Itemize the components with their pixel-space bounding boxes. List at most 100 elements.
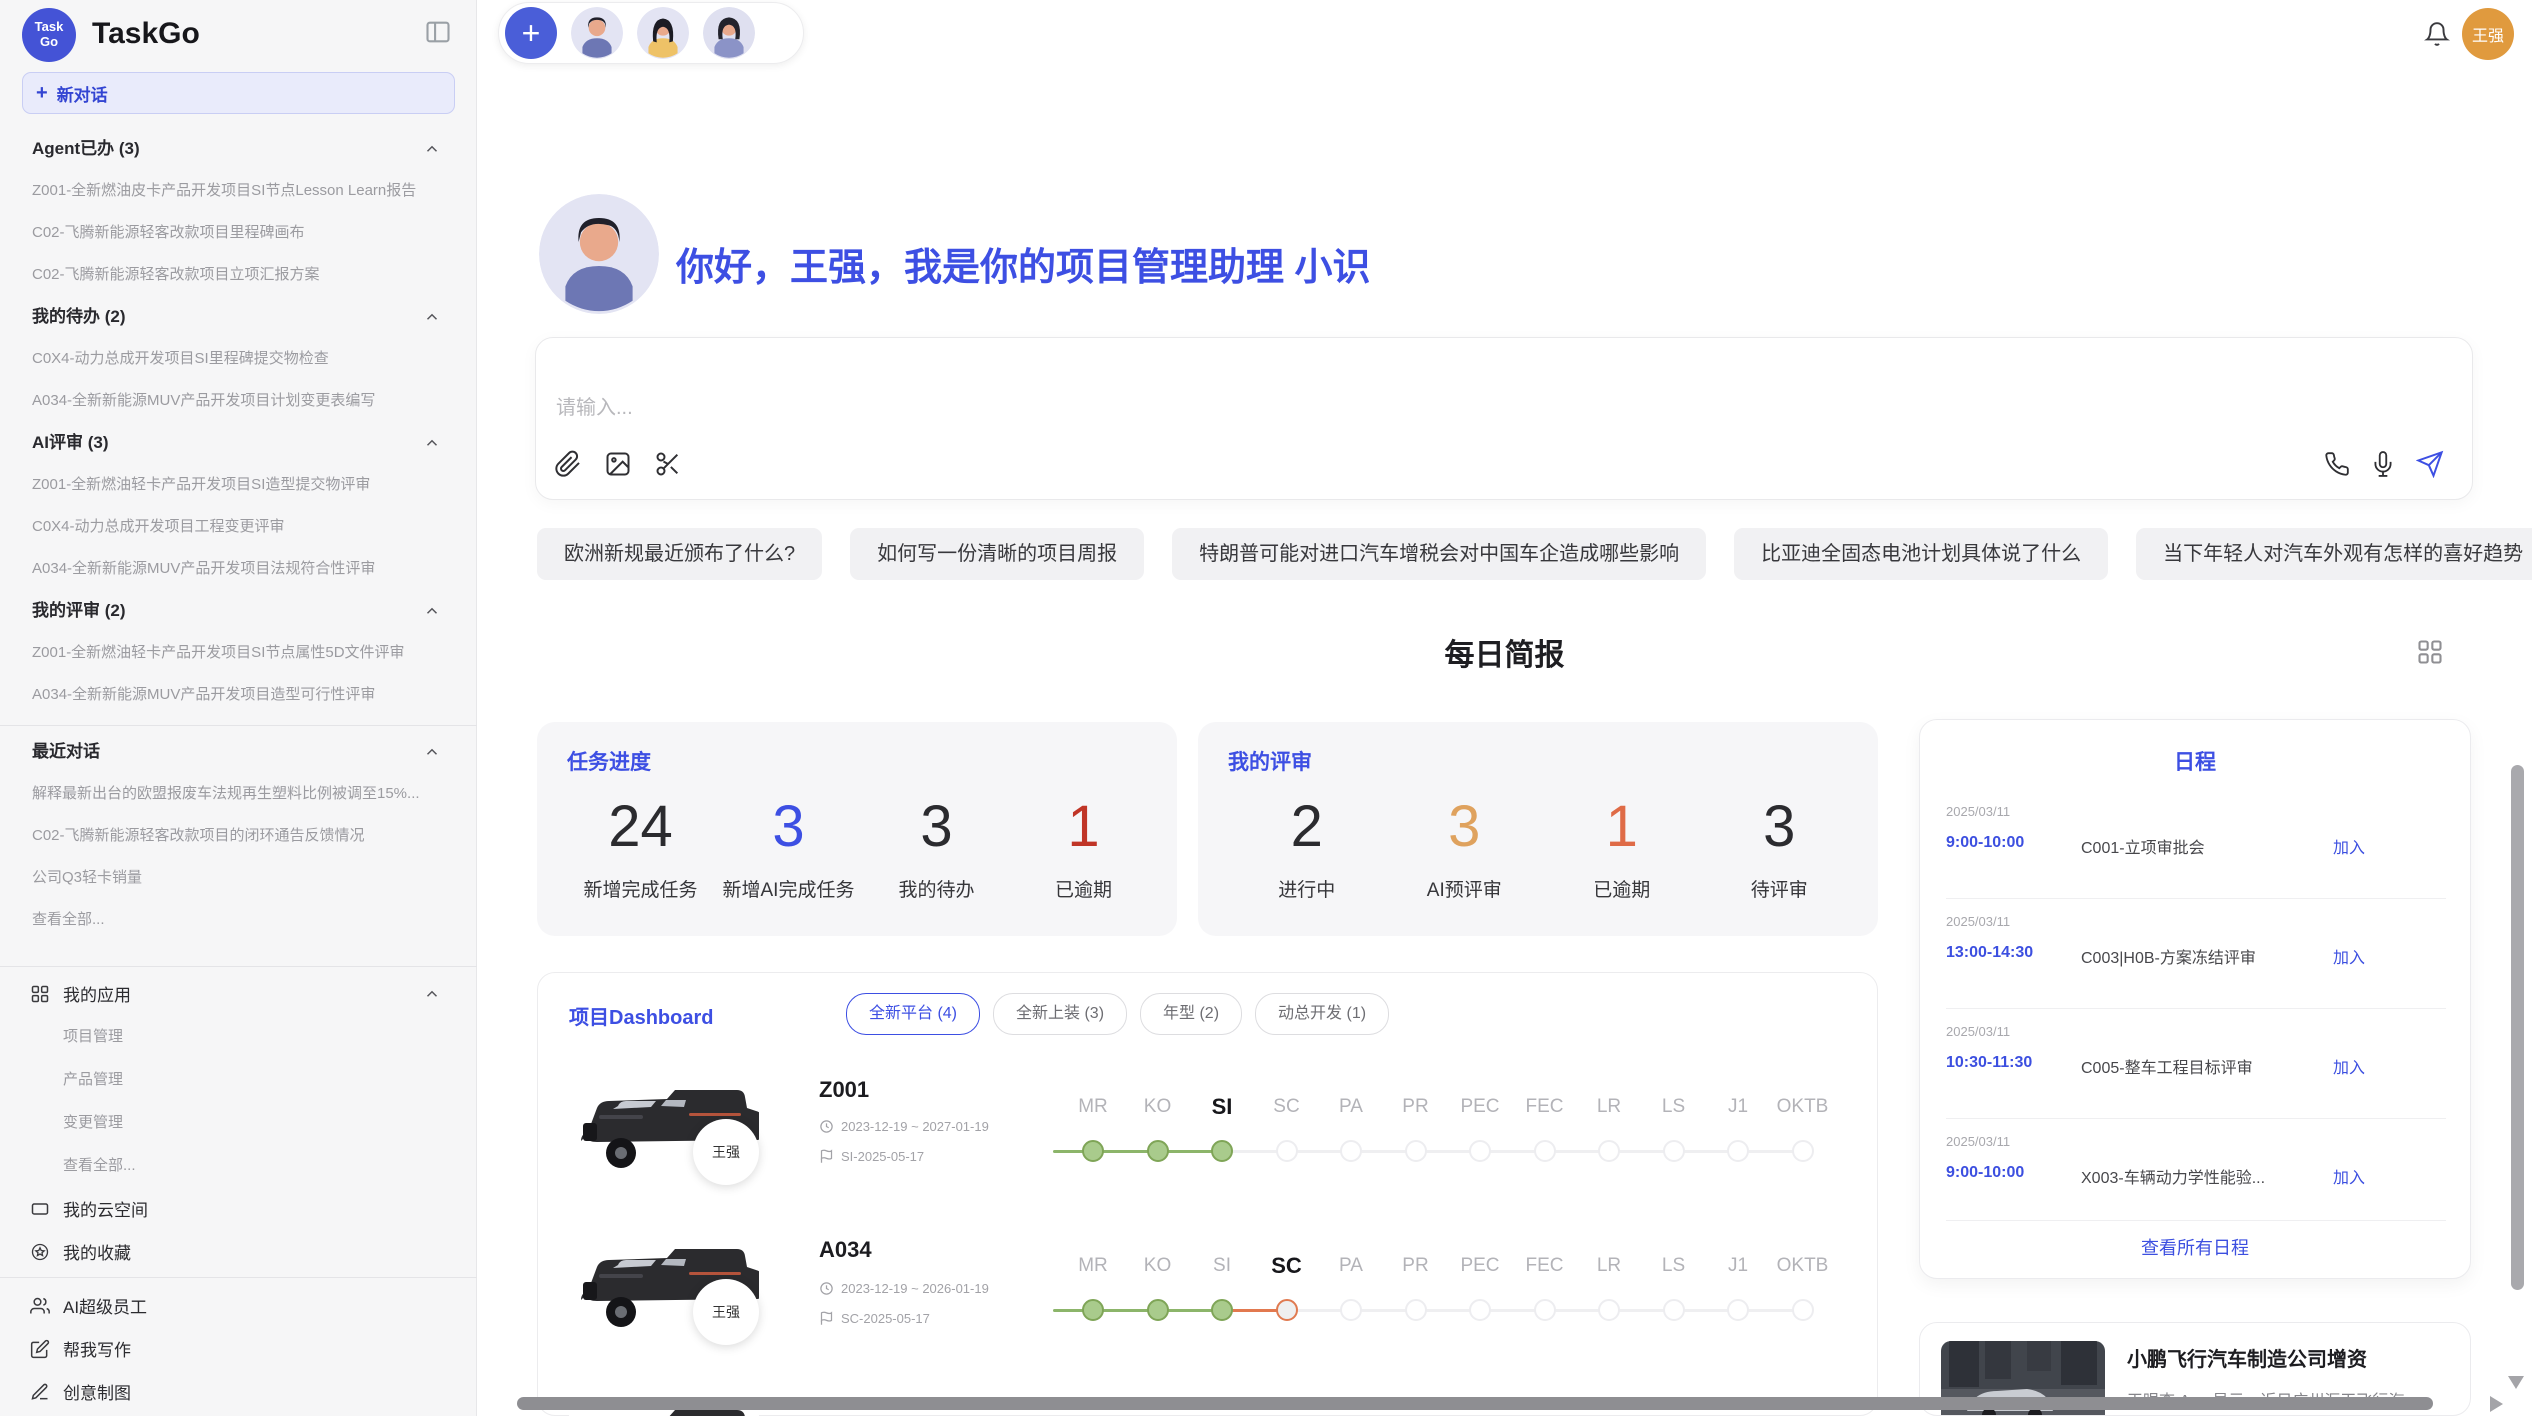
chevron-up-icon	[423, 140, 441, 158]
suggestion-chip[interactable]: 特朗普可能对进口汽车增税会对中国车企造成哪些影响	[1172, 528, 1706, 580]
section-header-my-todo[interactable]: 我的待办 (2)	[0, 296, 477, 338]
conversation-item[interactable]: Z001-全新燃油皮卡产品开发项目SI节点Lesson Learn报告	[0, 170, 477, 212]
view-all-link[interactable]: 查看全部...	[0, 1144, 477, 1187]
sidebar-item-ai-employee[interactable]: AI超级员工	[0, 1284, 477, 1327]
owner-badge: 王强	[693, 1119, 759, 1185]
join-button[interactable]: 加入	[2333, 834, 2365, 858]
divider	[1946, 1008, 2446, 1009]
stat-my-todo: 3我的待办	[871, 794, 1001, 902]
join-button[interactable]: 加入	[2333, 1054, 2365, 1078]
milestone-dot	[1211, 1299, 1233, 1321]
section-header-agent-done[interactable]: Agent已办 (3)	[0, 128, 477, 170]
vertical-scrollbar[interactable]	[2511, 765, 2524, 1290]
stat-overdue: 1已逾期	[1018, 794, 1148, 902]
clock-icon	[819, 1281, 834, 1296]
tab-new-body[interactable]: 全新上装 (3)	[993, 993, 1127, 1035]
conversation-item[interactable]: C02-飞腾新能源轻客改款项目里程碑画布	[0, 212, 477, 254]
conversation-item[interactable]: A034-全新新能源MUV产品开发项目计划变更表编写	[0, 380, 477, 422]
milestone-dot	[1663, 1299, 1685, 1321]
schedule-event-title: C003|H0B-方案冻结评审	[2081, 944, 2256, 968]
sidebar: Task Go TaskGo + 新对话 Agent已办 (3) Z001-全新…	[0, 0, 477, 1416]
user-avatar[interactable]: 王强	[2462, 8, 2514, 60]
conversation-item[interactable]: C02-飞腾新能源轻客改款项目的闭环通告反馈情况	[0, 815, 477, 857]
scroll-down-arrow-icon[interactable]	[2508, 1376, 2524, 1389]
sidebar-item-write-helper[interactable]: 帮我写作	[0, 1327, 477, 1370]
conversation-item[interactable]: C0X4-动力总成开发项目工程变更评审	[0, 506, 477, 548]
phone-icon[interactable]	[2324, 451, 2350, 477]
chevron-up-icon	[423, 308, 441, 326]
sidebar-item-my-apps[interactable]: 我的应用	[0, 972, 477, 1015]
tab-powertrain[interactable]: 动总开发 (1)	[1255, 993, 1389, 1035]
horizontal-scrollbar[interactable]	[517, 1397, 2433, 1410]
join-button[interactable]: 加入	[2333, 1164, 2365, 1188]
schedule-item[interactable]: 2025/03/11 10:30-11:30 C005-整车工程目标评审 加入	[1946, 1024, 2446, 1118]
session-avatar[interactable]	[637, 7, 689, 59]
attachment-icon[interactable]	[554, 450, 582, 478]
sidebar-subitem-change-mgmt[interactable]: 变更管理	[0, 1101, 477, 1144]
conversation-item[interactable]: A034-全新新能源MUV产品开发项目法规符合性评审	[0, 548, 477, 590]
schedule-item[interactable]: 2025/03/11 13:00-14:30 C003|H0B-方案冻结评审 加…	[1946, 914, 2446, 1008]
layout-grid-icon[interactable]	[2416, 638, 2444, 666]
sidebar-subitem-project-mgmt[interactable]: 项目管理	[0, 1015, 477, 1058]
conversation-item[interactable]: Z001-全新燃油轻卡产品开发项目SI节点属性5D文件评审	[0, 632, 477, 674]
suggestion-chip[interactable]: 比亚迪全固态电池计划具体说了什么	[1734, 528, 2108, 580]
milestone-label-current: SI	[1190, 1087, 1254, 1127]
join-button[interactable]: 加入	[2333, 944, 2365, 968]
image-icon[interactable]	[604, 450, 632, 478]
milestone-label: SI	[1190, 1246, 1254, 1286]
conversation-item[interactable]: C0X4-动力总成开发项目SI里程碑提交物检查	[0, 338, 477, 380]
section-header-ai-review[interactable]: AI评审 (3)	[0, 422, 477, 464]
section-title: 我的待办 (2)	[32, 296, 423, 338]
tab-new-platform[interactable]: 全新平台 (4)	[846, 993, 980, 1035]
suggestion-chip[interactable]: 当下年轻人对汽车外观有怎样的喜好趋势	[2136, 528, 2532, 580]
tab-model-year[interactable]: 年型 (2)	[1140, 993, 1242, 1035]
milestone-label: LR	[1577, 1087, 1641, 1127]
suggestion-chip[interactable]: 欧洲新规最近颁布了什么?	[537, 528, 822, 580]
section-header-recent[interactable]: 最近对话	[0, 731, 477, 773]
user-avatar-label: 王强	[2472, 22, 2504, 46]
send-icon[interactable]	[2416, 450, 2444, 478]
section-header-my-review[interactable]: 我的评审 (2)	[0, 590, 477, 632]
sidebar-subitem-product-mgmt[interactable]: 产品管理	[0, 1058, 477, 1101]
chevron-up-icon	[423, 602, 441, 620]
project-dashboard-card: 项目Dashboard 全新平台 (4) 全新上装 (3) 年型 (2) 动总开…	[537, 972, 1878, 1416]
conversation-item[interactable]: 公司Q3轻卡销量	[0, 857, 477, 899]
plus-icon: +	[36, 82, 48, 105]
chevron-up-icon	[423, 434, 441, 452]
project-dates: 2023-12-19 ~ 2027-01-19	[819, 1119, 989, 1134]
sidebar-item-creative-draw[interactable]: 创意制图	[0, 1370, 477, 1413]
notification-bell-icon[interactable]	[2424, 20, 2450, 48]
schedule-date: 2025/03/11	[1946, 804, 2010, 819]
scroll-right-arrow-icon[interactable]	[2490, 1396, 2503, 1412]
new-session-button[interactable]: +	[505, 7, 557, 59]
view-all-schedule-link[interactable]: 查看所有日程	[1920, 1234, 2470, 1260]
chat-input[interactable]	[554, 396, 1758, 421]
new-chat-button[interactable]: + 新对话	[22, 72, 455, 114]
milestone-label: J1	[1706, 1087, 1770, 1127]
chevron-up-icon	[423, 743, 441, 761]
greeting-text: 你好，王强，我是你的项目管理助理 小识	[676, 236, 1371, 291]
conversation-item[interactable]: Z001-全新燃油轻卡产品开发项目SI造型提交物评审	[0, 464, 477, 506]
schedule-item[interactable]: 2025/03/11 9:00-10:00 C001-立项审批会 加入	[1946, 804, 2446, 898]
session-avatar[interactable]	[703, 7, 755, 59]
clock-icon	[819, 1119, 834, 1134]
project-node: SI-2025-05-17	[819, 1149, 924, 1164]
suggestion-chip[interactable]: 如何写一份清晰的项目周报	[850, 528, 1144, 580]
schedule-item[interactable]: 2025/03/11 9:00-10:00 X003-车辆动力学性能验... 加…	[1946, 1134, 2446, 1228]
sidebar-item-cloud-space[interactable]: 我的云空间	[0, 1187, 477, 1230]
milestone-dot	[1147, 1299, 1169, 1321]
project-row[interactable]: 王强 Z001 2023-12-19 ~ 2027-01-19 SI-2025-…	[538, 1063, 1879, 1219]
conversation-item[interactable]: A034-全新新能源MUV产品开发项目造型可行性评审	[0, 674, 477, 716]
milestone-label: OKTB	[1771, 1087, 1835, 1127]
scissors-icon[interactable]	[654, 450, 682, 478]
grid-icon	[30, 984, 50, 1004]
sidebar-item-favorites[interactable]: 我的收藏	[0, 1230, 477, 1273]
sidebar-toggle-icon[interactable]	[424, 18, 452, 46]
divider	[0, 966, 477, 967]
view-all-link[interactable]: 查看全部...	[0, 899, 477, 941]
microphone-icon[interactable]	[2370, 451, 2396, 477]
session-avatar[interactable]	[571, 7, 623, 59]
conversation-item[interactable]: C02-飞腾新能源轻客改款项目立项汇报方案	[0, 254, 477, 296]
conversation-item[interactable]: 解释最新出台的欧盟报废车法规再生塑料比例被调至15%...	[0, 773, 477, 815]
project-row[interactable]: 王强 A034 2023-12-19 ~ 2026-01-19 SC-2025-…	[538, 1221, 1879, 1377]
